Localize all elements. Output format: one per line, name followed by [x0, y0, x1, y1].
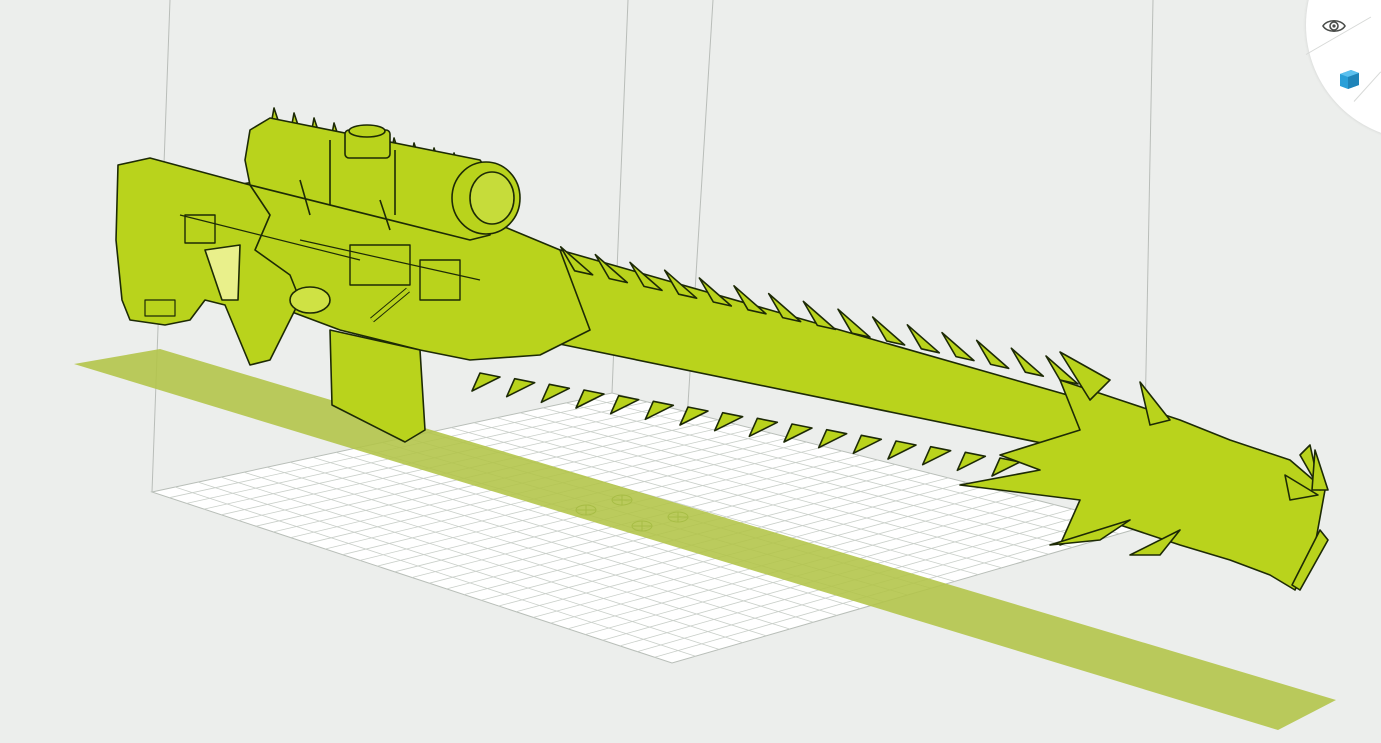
- model-spike: [887, 440, 917, 460]
- eye-icon: [1322, 18, 1346, 39]
- model-spike: [941, 331, 975, 362]
- cube-icon: [1337, 67, 1361, 96]
- view-visibility-button[interactable]: [1314, 10, 1354, 46]
- model-spike: [471, 372, 501, 392]
- scene-canvas[interactable]: [0, 0, 1381, 743]
- model-spike: [505, 377, 536, 398]
- model-spike: [783, 423, 813, 443]
- model-spike: [817, 428, 848, 449]
- model-trigger-guard: [289, 286, 331, 314]
- model-spike: [975, 339, 1010, 370]
- 3d-viewport[interactable]: [0, 0, 1381, 743]
- model-spike: [921, 445, 952, 466]
- model-spike: [540, 383, 571, 404]
- object-view-button[interactable]: [1329, 63, 1369, 99]
- model-spike: [852, 434, 883, 455]
- model-spike: [906, 323, 941, 354]
- model-spike: [1010, 347, 1045, 378]
- model-spike: [956, 451, 987, 472]
